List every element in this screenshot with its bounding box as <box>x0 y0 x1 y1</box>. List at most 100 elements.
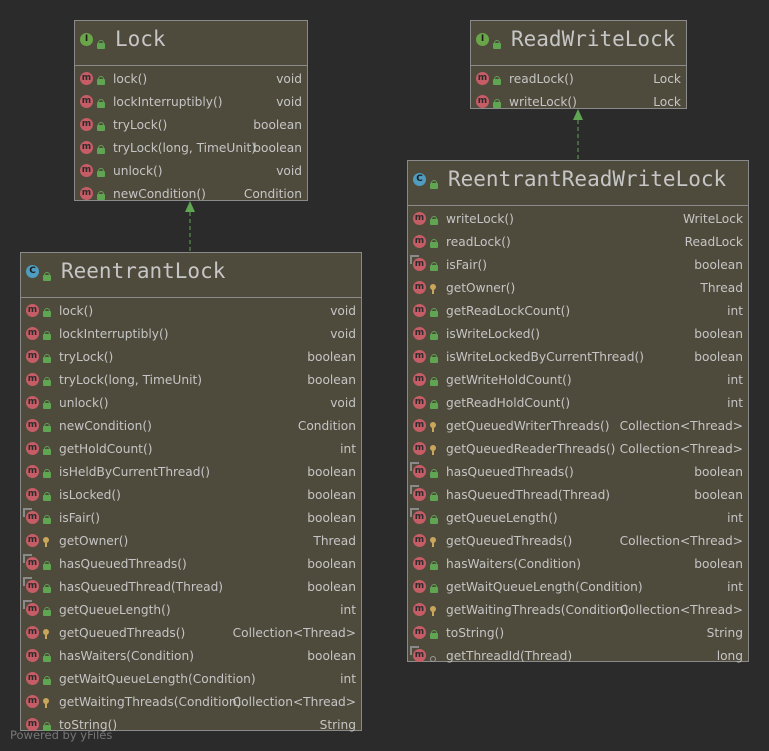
public-visibility-icon <box>43 308 51 317</box>
class-lock[interactable]: I Lock m lock() void m lockInterruptibly() void… <box>74 20 308 201</box>
protected-visibility-icon <box>43 629 49 639</box>
method-row[interactable]: m readLock() ReadLock <box>408 231 748 254</box>
method-row[interactable]: m readLock() Lock <box>471 68 686 91</box>
method-row[interactable]: m isWriteLocked() boolean <box>408 323 748 346</box>
method-row[interactable]: m tryLock() boolean <box>75 114 307 137</box>
visibility-icon <box>430 421 436 435</box>
class-reentrantreadwritelock[interactable]: C ReentrantReadWriteLock m writeLock() Write… <box>407 160 749 663</box>
return-type: Condition <box>297 419 356 433</box>
public-visibility-icon <box>430 584 438 593</box>
method-row[interactable]: m getOwner() Thread <box>21 530 361 553</box>
method-row[interactable]: m lockInterruptibly() void <box>75 91 307 114</box>
class-readwritelock[interactable]: I ReadWriteLock m readLock() Lock m writeLock(… <box>470 20 687 109</box>
method-name: getReadLockCount() <box>446 304 571 318</box>
method-row[interactable]: m isWriteLockedByCurrentThread() boolean <box>408 346 748 369</box>
method-row[interactable]: m newCondition() Condition <box>75 183 307 206</box>
method-icon: m <box>26 695 39 708</box>
public-visibility-icon <box>430 400 438 409</box>
return-type: void <box>276 95 302 109</box>
method-name: getOwner() <box>59 534 129 548</box>
method-icon: m <box>26 304 39 317</box>
method-row[interactable]: m getWaitQueueLength(Condition) int <box>21 668 361 691</box>
method-row[interactable]: m hasWaiters(Condition) boolean <box>408 553 748 576</box>
method-row[interactable]: m getOwner() Thread <box>408 277 748 300</box>
return-type: boolean <box>253 141 302 155</box>
return-type: Collection<Thread> <box>619 442 743 456</box>
method-row[interactable]: m getQueuedReaderThreads() Collection<Thre… <box>408 438 748 461</box>
method-row[interactable]: m getReadLockCount() int <box>408 300 748 323</box>
method-row[interactable]: m isHeldByCurrentThread() boolean <box>21 461 361 484</box>
visibility-icon <box>43 306 51 320</box>
method-row[interactable]: m tryLock(long, TimeUnit) boolean <box>21 369 361 392</box>
return-type: Thread <box>313 534 356 548</box>
class-header: C ReentrantReadWriteLock <box>408 161 748 206</box>
method-icon: m <box>26 534 39 547</box>
method-row[interactable]: m getQueueLength() int <box>408 507 748 530</box>
method-row[interactable]: m getThreadId(Thread) long <box>408 645 748 668</box>
method-row[interactable]: m isFair() boolean <box>21 507 361 530</box>
return-type: boolean <box>307 580 356 594</box>
method-icon: m <box>413 212 426 225</box>
method-icon: m <box>476 72 489 85</box>
method-row[interactable]: m hasQueuedThreads() boolean <box>408 461 748 484</box>
method-icon: m <box>413 603 426 616</box>
visibility-icon <box>43 266 51 285</box>
method-icon: m <box>413 442 426 455</box>
return-type: Lock <box>653 95 681 109</box>
method-row[interactable]: m getReadHoldCount() int <box>408 392 748 415</box>
method-row[interactable]: m getQueuedThreads() Collection<Thread> <box>408 530 748 553</box>
method-row[interactable]: m getQueuedWriterThreads() Collection<Thre… <box>408 415 748 438</box>
method-row[interactable]: m isFair() boolean <box>408 254 748 277</box>
method-row[interactable]: m tryLock(long, TimeUnit) boolean <box>75 137 307 160</box>
method-row[interactable]: m hasQueuedThread(Thread) boolean <box>408 484 748 507</box>
method-row[interactable]: m isLocked() boolean <box>21 484 361 507</box>
method-icon: m <box>23 600 39 616</box>
method-row[interactable]: m getWriteHoldCount() int <box>408 369 748 392</box>
class-header: I ReadWriteLock <box>471 21 686 66</box>
method-icon: m <box>80 187 93 200</box>
method-row[interactable]: m tryLock() boolean <box>21 346 361 369</box>
public-visibility-icon <box>97 168 105 177</box>
method-row[interactable]: m getQueueLength() int <box>21 599 361 622</box>
method-row[interactable]: m hasQueuedThread(Thread) boolean <box>21 576 361 599</box>
public-visibility-icon <box>430 180 438 189</box>
method-name: getQueuedWriterThreads() <box>446 419 610 433</box>
method-row[interactable]: m getQueuedThreads() Collection<Thread> <box>21 622 361 645</box>
method-row[interactable]: m lock() void <box>75 68 307 91</box>
interface-icon: I <box>476 33 489 46</box>
method-name: newCondition() <box>113 187 206 201</box>
class-reentrantlock[interactable]: C ReentrantLock m lock() void m lockInterrupti… <box>20 252 362 732</box>
method-icon: m <box>413 350 426 363</box>
method-name: getQueuedReaderThreads() <box>446 442 616 456</box>
method-row[interactable]: m writeLock() WriteLock <box>408 208 748 231</box>
method-row[interactable]: m unlock() void <box>75 160 307 183</box>
public-visibility-icon <box>43 446 51 455</box>
method-icon: m <box>26 350 39 363</box>
method-row[interactable]: m getWaitingThreads(Condition) Collection<… <box>408 599 748 622</box>
method-name: getThreadId(Thread) <box>446 649 573 663</box>
visibility-icon <box>43 467 51 481</box>
return-type: boolean <box>307 465 356 479</box>
method-row[interactable]: m newCondition() Condition <box>21 415 361 438</box>
public-visibility-icon <box>97 191 105 200</box>
method-row[interactable]: m hasWaiters(Condition) boolean <box>21 645 361 668</box>
public-visibility-icon <box>43 400 51 409</box>
return-type: int <box>340 442 356 456</box>
visibility-icon <box>430 306 438 320</box>
method-row[interactable]: m getHoldCount() int <box>21 438 361 461</box>
return-type: WriteLock <box>683 212 743 226</box>
public-visibility-icon <box>430 377 438 386</box>
visibility-icon <box>430 513 438 527</box>
method-row[interactable]: m lockInterruptibly() void <box>21 323 361 346</box>
method-row[interactable]: m lock() void <box>21 300 361 323</box>
visibility-icon <box>430 329 438 343</box>
method-list: m writeLock() WriteLock m readLock() ReadLock… <box>408 206 748 668</box>
method-row[interactable]: m writeLock() Lock <box>471 91 686 114</box>
method-row[interactable]: m getWaitQueueLength(Condition) int <box>408 576 748 599</box>
method-row[interactable]: m toString() String <box>408 622 748 645</box>
protected-visibility-icon <box>430 537 436 547</box>
public-visibility-icon <box>97 122 105 131</box>
method-row[interactable]: m unlock() void <box>21 392 361 415</box>
method-row[interactable]: m hasQueuedThreads() boolean <box>21 553 361 576</box>
method-row[interactable]: m getWaitingThreads(Condition) Collection<… <box>21 691 361 714</box>
